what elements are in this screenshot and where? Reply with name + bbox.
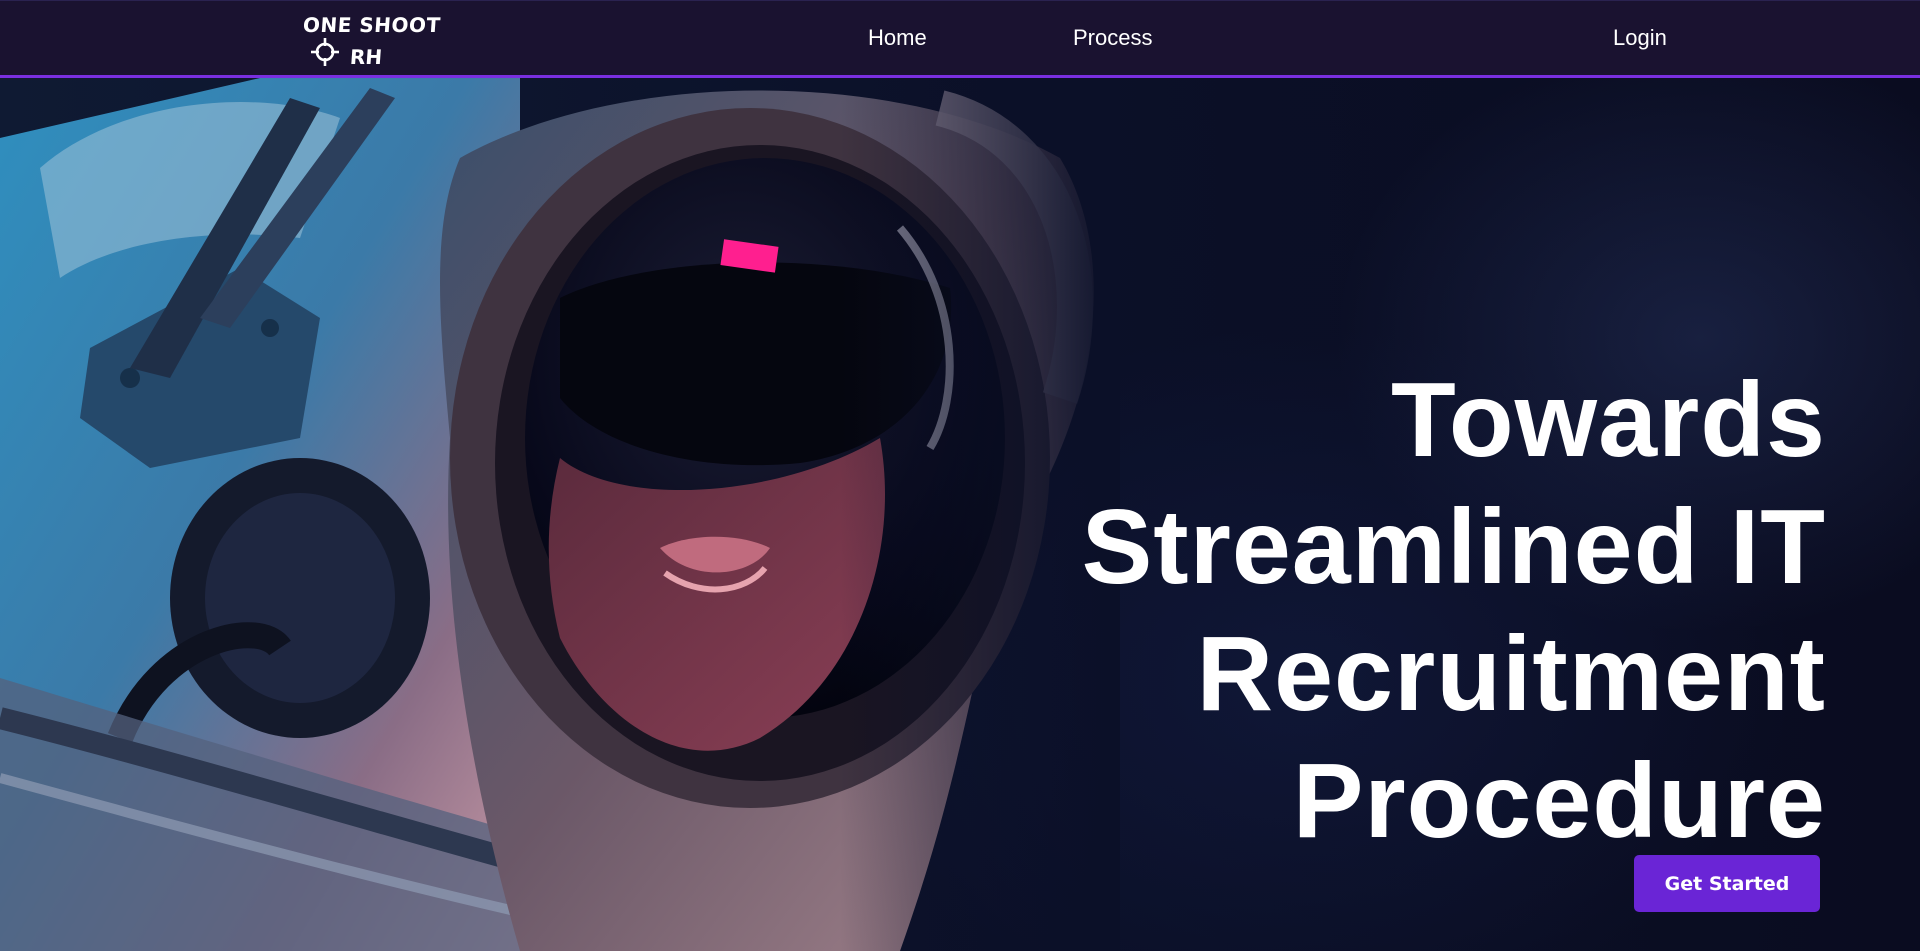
nav-login-link[interactable]: Login	[1613, 25, 1667, 51]
nav-process-link[interactable]: Process	[1073, 25, 1152, 51]
hero-headline: Towards Streamlined IT Recruitment Proce…	[926, 357, 1826, 865]
get-started-button[interactable]: Get Started	[1634, 855, 1820, 912]
hero-section: Towards Streamlined IT Recruitment Proce…	[0, 78, 1920, 951]
crosshair-icon	[311, 38, 339, 66]
top-navbar: ONE SHOOT RH Home Process Login	[0, 0, 1920, 78]
headline-line-4: Procedure	[1292, 742, 1826, 861]
nav-home-link[interactable]: Home	[868, 25, 927, 51]
brand-name-line2: RH	[349, 45, 383, 69]
headline-line-3: Recruitment	[1196, 615, 1826, 734]
brand-logo[interactable]: ONE SHOOT RH	[300, 9, 441, 73]
brand-name-line1: ONE SHOOT	[302, 13, 442, 37]
headline-line-2: Streamlined IT	[1081, 488, 1826, 607]
headline-line-1: Towards	[1391, 361, 1826, 480]
